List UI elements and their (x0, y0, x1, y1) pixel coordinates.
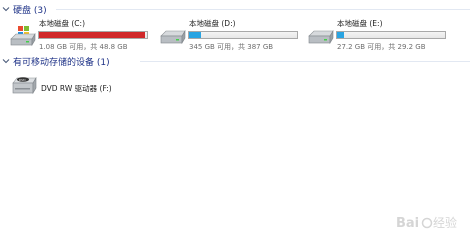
collapse-chevron-icon[interactable] (1, 56, 11, 66)
drive-c[interactable]: 本地磁盘 (C:) 1.08 GB 可用，共 48.8 GB (10, 18, 160, 58)
baidu-watermark-logo: Bai 经验 (396, 215, 457, 231)
drive-name: 本地磁盘 (C:) (39, 19, 85, 28)
system-drive-icon (10, 26, 36, 47)
capacity-bar (336, 31, 446, 39)
removable-group-title: 有可移动存储的设备 (1) (13, 57, 110, 68)
group-divider (56, 9, 470, 10)
drive-f-dvd[interactable]: DVD DVD RW 驱动器 (F:) (12, 72, 152, 104)
capacity-fill (337, 32, 345, 38)
drive-space-info: 27.2 GB 可用，共 29.2 GB (337, 43, 426, 51)
drive-e[interactable]: 本地磁盘 (E:) 27.2 GB 可用，共 29.2 GB (308, 18, 458, 58)
svg-text:DVD: DVD (19, 78, 26, 82)
drive-space-info: 345 GB 可用，共 387 GB (189, 43, 274, 51)
drive-name: 本地磁盘 (D:) (189, 19, 236, 28)
capacity-bar (188, 31, 298, 39)
capacity-bar (38, 31, 148, 39)
drive-d[interactable]: 本地磁盘 (D:) 345 GB 可用，共 387 GB (160, 18, 310, 58)
group-divider (140, 61, 470, 62)
hard-disks-group-title: 硬盘 (3) (13, 5, 47, 16)
drive-space-info: 1.08 GB 可用，共 48.8 GB (39, 43, 128, 51)
collapse-chevron-icon[interactable] (1, 4, 11, 14)
capacity-fill (39, 32, 145, 38)
hard-drive-icon (308, 29, 334, 45)
svg-text:Bai: Bai (396, 216, 419, 231)
removable-group-header[interactable]: 有可移动存储的设备 (1) (0, 54, 474, 68)
drive-name: 本地磁盘 (E:) (337, 19, 383, 28)
hard-disks-group-header[interactable]: 硬盘 (3) (0, 2, 474, 16)
svg-text:经验: 经验 (433, 215, 457, 230)
drive-name: DVD RW 驱动器 (F:) (41, 84, 112, 93)
dvd-drive-icon: DVD (12, 76, 37, 95)
capacity-fill (189, 32, 201, 38)
hard-drive-icon (160, 29, 186, 45)
